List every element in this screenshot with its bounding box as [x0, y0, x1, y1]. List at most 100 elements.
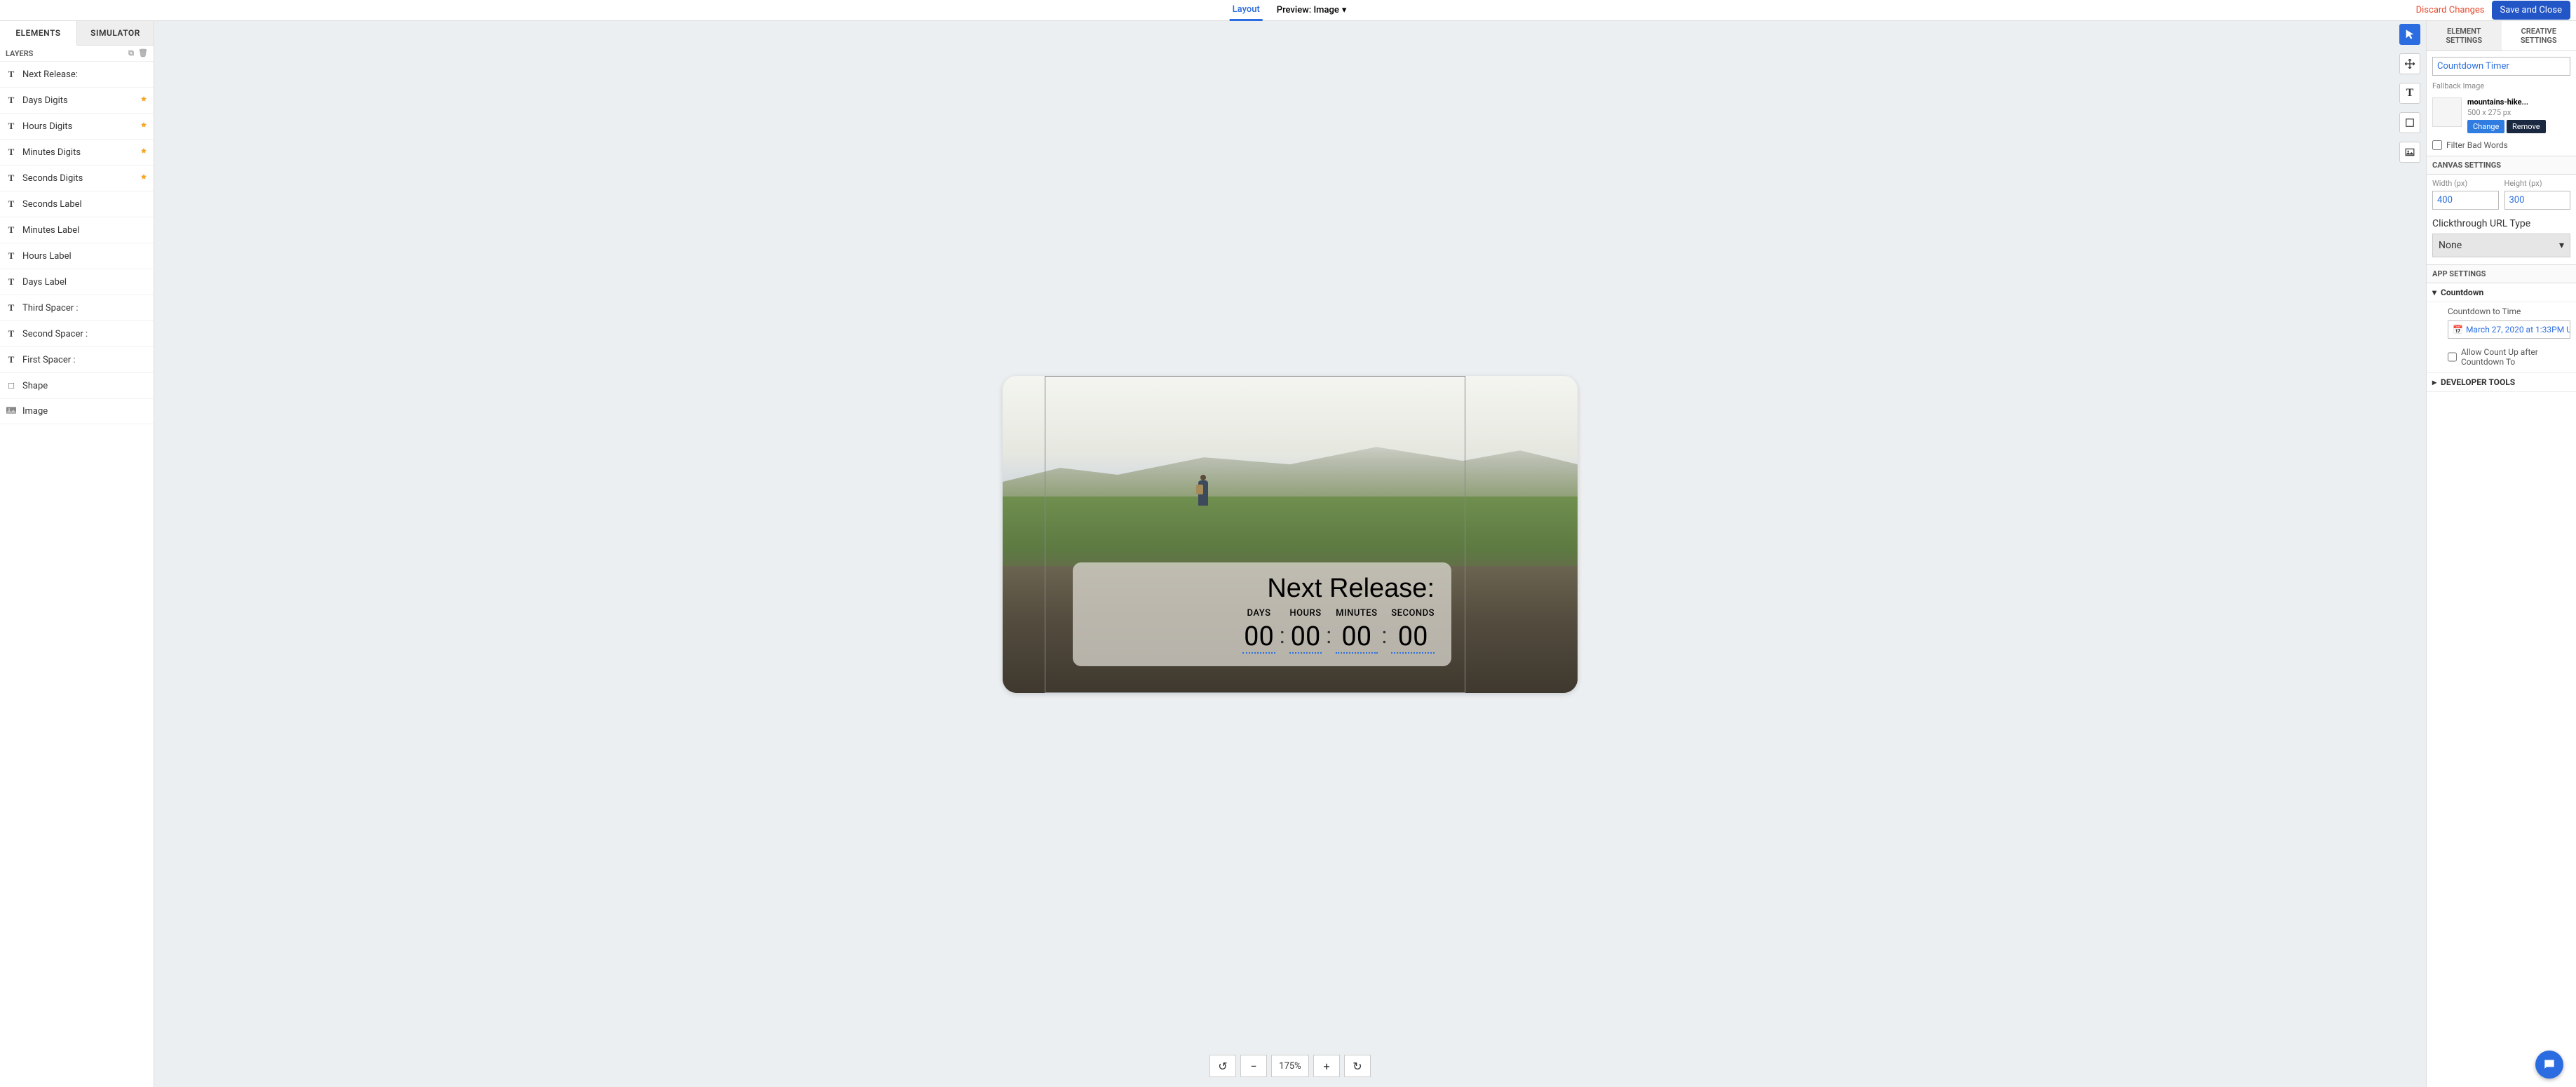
remove-image-button[interactable]: Remove	[2507, 120, 2546, 133]
discard-changes-button[interactable]: Discard Changes	[2416, 5, 2485, 15]
allow-countup-checkbox[interactable]	[2448, 352, 2457, 362]
text-icon: T	[6, 354, 17, 365]
change-image-button[interactable]: Change	[2467, 120, 2504, 133]
calendar-icon: 📅	[2453, 325, 2463, 335]
countdown-date-input[interactable]: 📅 March 27, 2020 at 1:33PM UTC -05	[2448, 320, 2570, 339]
unit-digits[interactable]: 00	[1289, 621, 1322, 654]
layer-label: Days Digits	[22, 95, 134, 106]
layer-label: First Spacer :	[22, 355, 148, 365]
developer-tools-accordion[interactable]: ▸ DEVELOPER TOOLS	[2427, 372, 2576, 392]
clickthrough-value: None	[2439, 240, 2462, 251]
clickthrough-label: Clickthrough URL Type	[2427, 214, 2576, 231]
layers-list: TNext Release:TDays DigitsTHours DigitsT…	[0, 62, 154, 1087]
layer-item[interactable]: T Second Spacer :	[0, 321, 154, 347]
layer-item[interactable]: T First Spacer :	[0, 347, 154, 373]
layer-item[interactable]: □Shape	[0, 373, 154, 399]
text-icon: T	[6, 69, 17, 80]
unit-digits[interactable]: 00	[1391, 621, 1435, 654]
layer-item[interactable]: TSeconds Label	[0, 191, 154, 217]
image-tool[interactable]	[2399, 142, 2420, 163]
rotate-right-button[interactable]: ↻	[1344, 1055, 1371, 1077]
countdown-date-value: March 27, 2020 at 1:33PM UTC -05	[2466, 325, 2570, 335]
canvas-frame[interactable]: Next Release: DAYS00:HOURS00:MINUTES00:S…	[1003, 376, 1578, 693]
tab-element-settings[interactable]: ELEMENT SETTINGS	[2427, 21, 2502, 51]
filter-bad-words-check[interactable]: Filter Bad Words	[2427, 137, 2576, 156]
shape-tool[interactable]	[2399, 112, 2420, 133]
select-tool[interactable]	[2399, 24, 2420, 45]
rotate-left-button[interactable]: ↺	[1209, 1055, 1236, 1077]
tab-simulator[interactable]: SIMULATOR	[77, 21, 154, 46]
counter-unit[interactable]: DAYS 00	[1242, 608, 1275, 654]
chat-fab[interactable]	[2535, 1051, 2563, 1079]
preview-dropdown[interactable]: Preview: Image ▾	[1277, 5, 1347, 15]
tab-creative-settings[interactable]: CREATIVE SETTINGS	[2502, 21, 2576, 51]
counter-unit[interactable]: HOURS 00	[1289, 608, 1322, 654]
canvas-area: Next Release: DAYS00:HOURS00:MINUTES00:S…	[154, 21, 2426, 1087]
layer-item[interactable]: T Days Digits	[0, 88, 154, 114]
layer-item[interactable]: TMinutes Label	[0, 217, 154, 243]
left-tabs: ELEMENTS SIMULATOR	[0, 21, 154, 46]
width-input[interactable]	[2432, 191, 2499, 210]
width-label: Width (px)	[2432, 179, 2499, 188]
layer-item[interactable]: Image	[0, 399, 154, 424]
filter-bad-words-checkbox[interactable]	[2432, 140, 2442, 150]
image-icon	[6, 406, 17, 417]
zoom-percent[interactable]: 175%	[1271, 1055, 1309, 1077]
save-and-close-button[interactable]: Save and Close	[2492, 1, 2570, 20]
text-icon: T	[6, 198, 17, 210]
clickthrough-select[interactable]: None ▾	[2432, 234, 2570, 257]
topbar-actions: Discard Changes Save and Close	[2416, 1, 2570, 20]
text-icon: T	[6, 147, 17, 158]
move-tool[interactable]	[2399, 53, 2420, 74]
duplicate-icon[interactable]: ⧉	[128, 48, 134, 58]
layer-item[interactable]: TNext Release:	[0, 62, 154, 88]
separator: :	[1326, 608, 1331, 649]
layer-item[interactable]: TDays Label	[0, 269, 154, 295]
caret-right-icon: ▸	[2432, 377, 2436, 387]
right-panel: ELEMENT SETTINGS CREATIVE SETTINGS Fallb…	[2426, 21, 2576, 1087]
countdown-accordion[interactable]: ▾ Countdown	[2427, 283, 2576, 302]
text-icon: T	[6, 121, 17, 132]
dynamic-badge-icon	[140, 147, 148, 158]
hiker-figure	[1198, 480, 1208, 506]
left-panel: ELEMENTS SIMULATOR LAYERS ⧉ 🗑 TNext Rele…	[0, 21, 154, 1087]
countdown-overlay[interactable]: Next Release: DAYS00:HOURS00:MINUTES00:S…	[1073, 562, 1451, 666]
layer-item[interactable]: TSeconds Digits	[0, 166, 154, 191]
fallback-filename: mountains-hike...	[2467, 97, 2570, 107]
text-icon: T	[6, 95, 17, 106]
layer-item[interactable]: TThird Spacer :	[0, 295, 154, 321]
height-input[interactable]	[2504, 191, 2571, 210]
tab-elements[interactable]: ELEMENTS	[0, 21, 77, 46]
layer-item[interactable]: THours Digits	[0, 114, 154, 140]
allow-countup-label: Allow Count Up after Countdown To	[2461, 347, 2570, 367]
zoom-controls: ↺ − 175% + ↻	[154, 1048, 2426, 1087]
dynamic-badge-icon	[140, 173, 148, 184]
text-tool[interactable]: T	[2399, 83, 2420, 104]
creative-name-input[interactable]	[2432, 57, 2570, 76]
counter-unit[interactable]: SECONDS 00	[1391, 608, 1435, 654]
text-icon: T	[6, 328, 17, 339]
unit-label: SECONDS	[1391, 608, 1435, 619]
delete-icon[interactable]: 🗑	[138, 48, 148, 58]
layer-item[interactable]: TMinutes Digits	[0, 140, 154, 166]
countdown-to-label: Countdown to Time	[2427, 302, 2576, 318]
allow-countup-row[interactable]: Allow Count Up after Countdown To	[2427, 344, 2576, 372]
unit-label: DAYS	[1242, 608, 1275, 619]
headline-text[interactable]: Next Release:	[1090, 574, 1435, 604]
layout-tab[interactable]: Layout	[1230, 0, 1263, 21]
counter-unit[interactable]: MINUTES 00	[1336, 608, 1377, 654]
developer-tools-label: DEVELOPER TOOLS	[2441, 377, 2515, 387]
unit-digits[interactable]: 00	[1336, 621, 1377, 654]
text-icon: T	[6, 173, 17, 184]
canvas-viewport[interactable]: Next Release: DAYS00:HOURS00:MINUTES00:S…	[154, 21, 2426, 1048]
zoom-out-button[interactable]: −	[1240, 1055, 1267, 1077]
unit-label: MINUTES	[1336, 608, 1377, 619]
unit-digits[interactable]: 00	[1242, 621, 1275, 654]
layer-label: Days Label	[22, 277, 148, 288]
layer-label: Shape	[22, 381, 148, 391]
layer-label: Second Spacer :	[22, 329, 148, 339]
zoom-in-button[interactable]: +	[1313, 1055, 1340, 1077]
unit-label: HOURS	[1289, 608, 1322, 619]
layer-item[interactable]: THours Label	[0, 243, 154, 269]
fallback-thumbnail[interactable]	[2432, 97, 2462, 127]
